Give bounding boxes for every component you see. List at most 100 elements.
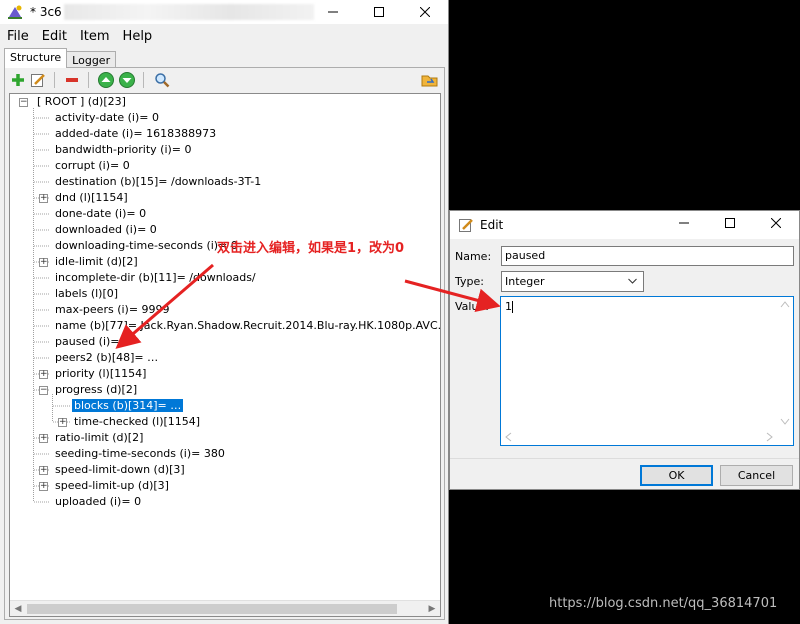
speed-limit-down-expander[interactable]: + xyxy=(39,466,48,475)
scroll-left-icon[interactable]: ◀ xyxy=(10,601,26,617)
move-down-button[interactable] xyxy=(117,70,137,90)
close-icon xyxy=(420,7,430,17)
priority-expander[interactable]: + xyxy=(39,370,48,379)
search-button[interactable] xyxy=(152,70,172,90)
tab-structure[interactable]: Structure xyxy=(4,48,68,68)
open-folder-icon xyxy=(421,75,438,87)
scroll-thumb[interactable] xyxy=(27,604,397,614)
name-input[interactable]: paused xyxy=(501,246,794,266)
tree-item[interactable]: destination (b)[15]= /downloads-3T-1 xyxy=(53,174,263,190)
structure-tree[interactable]: − [ ROOT ] (d)[23] activity-date (i)= 0 … xyxy=(9,93,441,617)
value-vertical-scrollbar[interactable] xyxy=(777,297,793,429)
ratio-limit-expander[interactable]: + xyxy=(39,434,48,443)
maximize-icon xyxy=(374,7,384,17)
minimize-icon xyxy=(328,11,338,13)
move-up-button[interactable] xyxy=(96,70,116,90)
tree-item[interactable]: time-checked (l)[1154] xyxy=(72,414,202,430)
tree-item[interactable]: downloading-time-seconds (i)= 0 xyxy=(53,238,240,254)
minimize-icon xyxy=(679,222,689,224)
close-button[interactable] xyxy=(402,0,448,24)
cancel-button[interactable]: Cancel xyxy=(720,465,793,486)
value-text: 1 xyxy=(505,300,512,313)
text-cursor xyxy=(512,301,513,313)
type-label: Type: xyxy=(455,275,484,288)
menu-item[interactable]: Item xyxy=(73,29,116,44)
menu-help[interactable]: Help xyxy=(116,29,159,44)
tree-item[interactable]: added-date (i)= 1618388973 xyxy=(53,126,218,142)
root-expander[interactable]: − xyxy=(19,98,28,107)
tree-item[interactable]: corrupt (i)= 0 xyxy=(53,158,132,174)
dialog-title: Edit xyxy=(480,218,504,232)
tree-item[interactable]: max-peers (i)= 9999 xyxy=(53,302,172,318)
watermark: https://blog.csdn.net/qq_36814701 xyxy=(549,596,778,611)
add-button[interactable] xyxy=(8,70,28,90)
edit-button[interactable] xyxy=(28,70,48,90)
chevron-down-icon xyxy=(628,278,637,284)
dnd-expander[interactable]: + xyxy=(39,194,48,203)
move-down-icon xyxy=(119,72,135,88)
tree-root[interactable]: [ ROOT ] (d)[23] xyxy=(35,94,128,110)
dialog-maximize-button[interactable] xyxy=(707,211,753,235)
tree-item-blocks-selected[interactable]: blocks (b)[314]= … xyxy=(70,398,185,414)
tree-item[interactable]: dnd (l)[1154] xyxy=(53,190,130,206)
tree-item[interactable]: speed-limit-up (d)[3] xyxy=(53,478,171,494)
tree-item[interactable]: uploaded (i)= 0 xyxy=(53,494,143,510)
progress-expander[interactable]: − xyxy=(39,386,48,395)
dialog-close-button[interactable] xyxy=(753,211,799,235)
edit-icon xyxy=(459,219,473,232)
idle-limit-expander[interactable]: + xyxy=(39,258,48,267)
minimize-button[interactable] xyxy=(310,0,356,24)
annotation-text: 双击进入编辑，如果是1，改为0 xyxy=(217,241,405,256)
main-window: * 3c6 File Edit Item Help Structure Logg… xyxy=(0,0,449,624)
tree-item[interactable]: labels (l)[0] xyxy=(53,286,120,302)
tree-item-paused[interactable]: paused (i)= 1 xyxy=(53,334,132,350)
menu-edit[interactable]: Edit xyxy=(35,29,73,44)
time-checked-expander[interactable]: + xyxy=(58,418,67,427)
search-icon xyxy=(155,73,170,88)
menu-bar: File Edit Item Help xyxy=(0,26,158,46)
tree-item[interactable]: idle-limit (d)[2] xyxy=(53,254,140,270)
close-icon xyxy=(771,218,781,228)
tab-logger[interactable]: Logger xyxy=(66,51,117,68)
type-select-value: Integer xyxy=(505,275,545,288)
speed-limit-up-expander[interactable]: + xyxy=(39,482,48,491)
tree-item[interactable]: ratio-limit (d)[2] xyxy=(53,430,145,446)
scroll-right-icon[interactable]: ▶ xyxy=(424,601,440,617)
name-label: Name: xyxy=(455,250,492,263)
tree-item[interactable]: speed-limit-down (d)[3] xyxy=(53,462,187,478)
tree-item[interactable]: bandwidth-priority (i)= 0 xyxy=(53,142,194,158)
maximize-icon xyxy=(725,218,735,228)
tree-item[interactable]: seeding-time-seconds (i)= 380 xyxy=(53,446,227,462)
tree-item[interactable]: activity-date (i)= 0 xyxy=(53,110,161,126)
value-label: Value: xyxy=(455,300,489,313)
tree-item[interactable]: peers2 (b)[48]= … xyxy=(53,350,160,366)
edit-icon xyxy=(31,74,45,87)
title-redacted xyxy=(63,4,314,20)
value-horizontal-scrollbar[interactable] xyxy=(501,429,777,445)
tree-item[interactable]: progress (d)[2] xyxy=(53,382,139,398)
value-textarea[interactable]: 1 xyxy=(500,296,794,446)
add-icon xyxy=(12,74,24,86)
maximize-button[interactable] xyxy=(356,0,402,24)
type-select[interactable]: Integer xyxy=(501,271,644,292)
tree-item[interactable]: incomplete-dir (b)[11]= /downloads/ xyxy=(53,270,258,286)
remove-button[interactable] xyxy=(62,70,82,90)
move-up-icon xyxy=(98,72,114,88)
dialog-title-bar: Edit xyxy=(450,211,799,239)
edit-dialog: Edit Name: paused Type: Integer Value: 1 xyxy=(449,210,800,490)
tree-item[interactable]: downloaded (i)= 0 xyxy=(53,222,159,238)
dialog-separator xyxy=(450,458,799,459)
remove-icon xyxy=(66,78,78,82)
tree-item[interactable]: name (b)[77]= Jack.Ryan.Shadow.Recruit.2… xyxy=(53,318,440,334)
ok-button[interactable]: OK xyxy=(640,465,713,486)
tree-item[interactable]: priority (l)[1154] xyxy=(53,366,148,382)
app-icon xyxy=(8,5,22,19)
tab-strip: Structure Logger xyxy=(4,48,117,68)
tree-horizontal-scrollbar[interactable]: ◀ ▶ xyxy=(10,600,440,616)
menu-file[interactable]: File xyxy=(0,29,35,44)
open-folder-button[interactable] xyxy=(420,70,440,90)
window-title: * 3c6 xyxy=(30,5,62,19)
toolbar xyxy=(6,70,442,90)
dialog-minimize-button[interactable] xyxy=(661,211,707,235)
tree-item[interactable]: done-date (i)= 0 xyxy=(53,206,148,222)
